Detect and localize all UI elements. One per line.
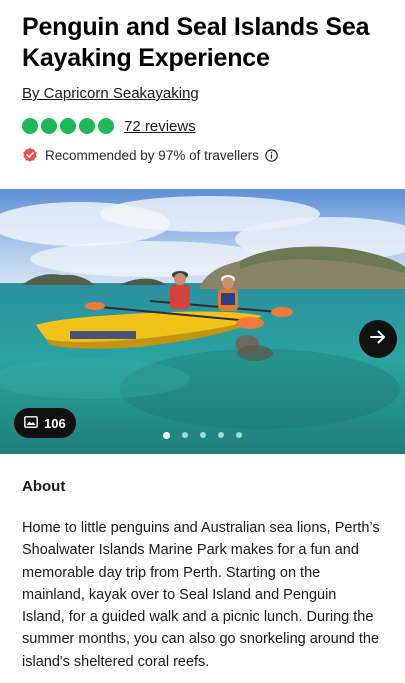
rating-bubbles [22, 118, 114, 134]
reviews-link[interactable]: 72 reviews [124, 118, 196, 135]
about-description: Home to little penguins and Australian s… [22, 520, 380, 670]
next-photo-button[interactable] [359, 320, 397, 358]
rating-bubble [22, 118, 38, 134]
rating-bubble [79, 118, 95, 134]
rating-bubble [60, 118, 76, 134]
rating-bubble [41, 118, 57, 134]
about-heading: About [22, 478, 66, 495]
arrow-right-icon [369, 328, 387, 351]
about-section: About Home to little penguins and Austra… [0, 454, 405, 673]
photo-icon [24, 415, 38, 431]
photo-count-label: 106 [44, 415, 66, 431]
award-badge-icon [22, 147, 38, 163]
pagination-dot[interactable] [163, 431, 170, 439]
recommendation-row: Recommended by 97% of travellers [22, 146, 383, 164]
rating-row: 72 reviews [22, 116, 383, 136]
recommendation-text: Recommended by 97% of travellers [45, 147, 259, 163]
pagination-dot[interactable] [200, 432, 206, 438]
page-title: Penguin and Seal Islands Sea Kayaking Ex… [22, 13, 370, 72]
pagination-dot[interactable] [182, 432, 188, 438]
photo-gallery[interactable]: 106 [0, 189, 405, 454]
pagination-dot[interactable] [218, 432, 224, 438]
operator-link[interactable]: By Capricorn Seakayaking [22, 85, 199, 102]
rating-bubble [98, 118, 114, 134]
info-icon[interactable] [265, 148, 278, 162]
pagination-dot[interactable] [236, 432, 242, 438]
gallery-pagination [0, 431, 405, 439]
product-header: Penguin and Seal Islands Sea Kayaking Ex… [0, 0, 405, 164]
